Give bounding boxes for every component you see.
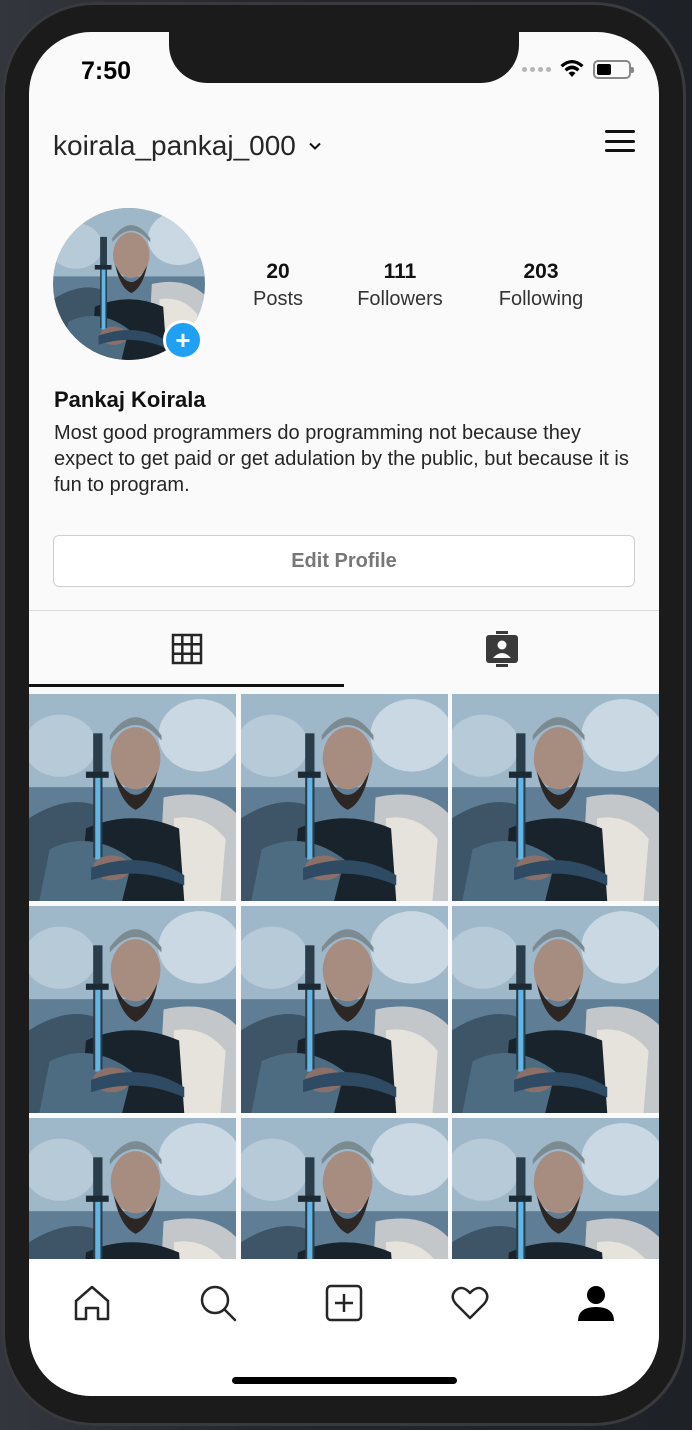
wifi-icon <box>560 60 584 77</box>
bottom-tab-bar <box>29 1259 659 1396</box>
post-thumbnail[interactable] <box>452 906 659 1113</box>
followers-count: 111 <box>383 260 417 283</box>
activity-heart-icon[interactable] <box>448 1281 492 1325</box>
following-count: 203 <box>523 260 559 283</box>
profile-bio: Most good programmers do programming not… <box>54 422 629 496</box>
posts-stat[interactable]: 20 Posts <box>243 260 313 311</box>
tagged-contact-icon <box>485 631 518 667</box>
tab-tagged[interactable] <box>344 611 659 687</box>
posts-label: Posts <box>252 288 304 310</box>
following-label: Following <box>498 288 584 310</box>
profile-full-name: Pankaj Koirala <box>54 387 206 412</box>
post-thumbnail[interactable] <box>241 906 448 1113</box>
hamburger-menu-icon[interactable] <box>605 130 635 152</box>
followers-stat[interactable]: 111 Followers <box>347 260 453 311</box>
add-post-icon[interactable] <box>322 1281 366 1325</box>
status-icons <box>522 59 634 79</box>
profile-avatar[interactable]: + <box>53 208 205 360</box>
home-icon[interactable] <box>70 1281 114 1325</box>
username-title[interactable]: koirala_pankaj_000 <box>53 130 296 162</box>
post-thumbnail[interactable] <box>452 694 659 901</box>
app-screen: 7:50 koirala_pankaj_000 + 20 Posts 111 F… <box>29 32 659 1396</box>
battery-icon <box>593 59 634 79</box>
home-indicator <box>232 1377 457 1384</box>
edit-profile-button[interactable]: Edit Profile <box>53 535 635 587</box>
cellular-signal-icon <box>522 66 551 72</box>
followers-label: Followers <box>357 288 443 310</box>
phone-frame: 7:50 koirala_pankaj_000 + 20 Posts 111 F… <box>2 2 686 1426</box>
device-notch <box>169 32 519 83</box>
post-thumbnail[interactable] <box>29 906 236 1113</box>
tab-posts-grid[interactable] <box>29 611 344 687</box>
post-thumbnail[interactable] <box>241 694 448 901</box>
profile-header: koirala_pankaj_000 <box>53 126 635 166</box>
following-stat[interactable]: 203 Following <box>489 260 593 311</box>
search-icon[interactable] <box>196 1281 240 1325</box>
posts-count: 20 <box>266 260 290 283</box>
add-story-plus-icon[interactable]: + <box>163 320 203 360</box>
active-tab-indicator <box>29 684 344 687</box>
post-thumbnail[interactable] <box>29 694 236 901</box>
profile-icon[interactable] <box>574 1281 618 1325</box>
posts-grid <box>29 694 659 1325</box>
chevron-down-icon[interactable] <box>308 139 322 153</box>
grid-icon <box>171 633 202 665</box>
status-time: 7:50 <box>81 57 132 85</box>
